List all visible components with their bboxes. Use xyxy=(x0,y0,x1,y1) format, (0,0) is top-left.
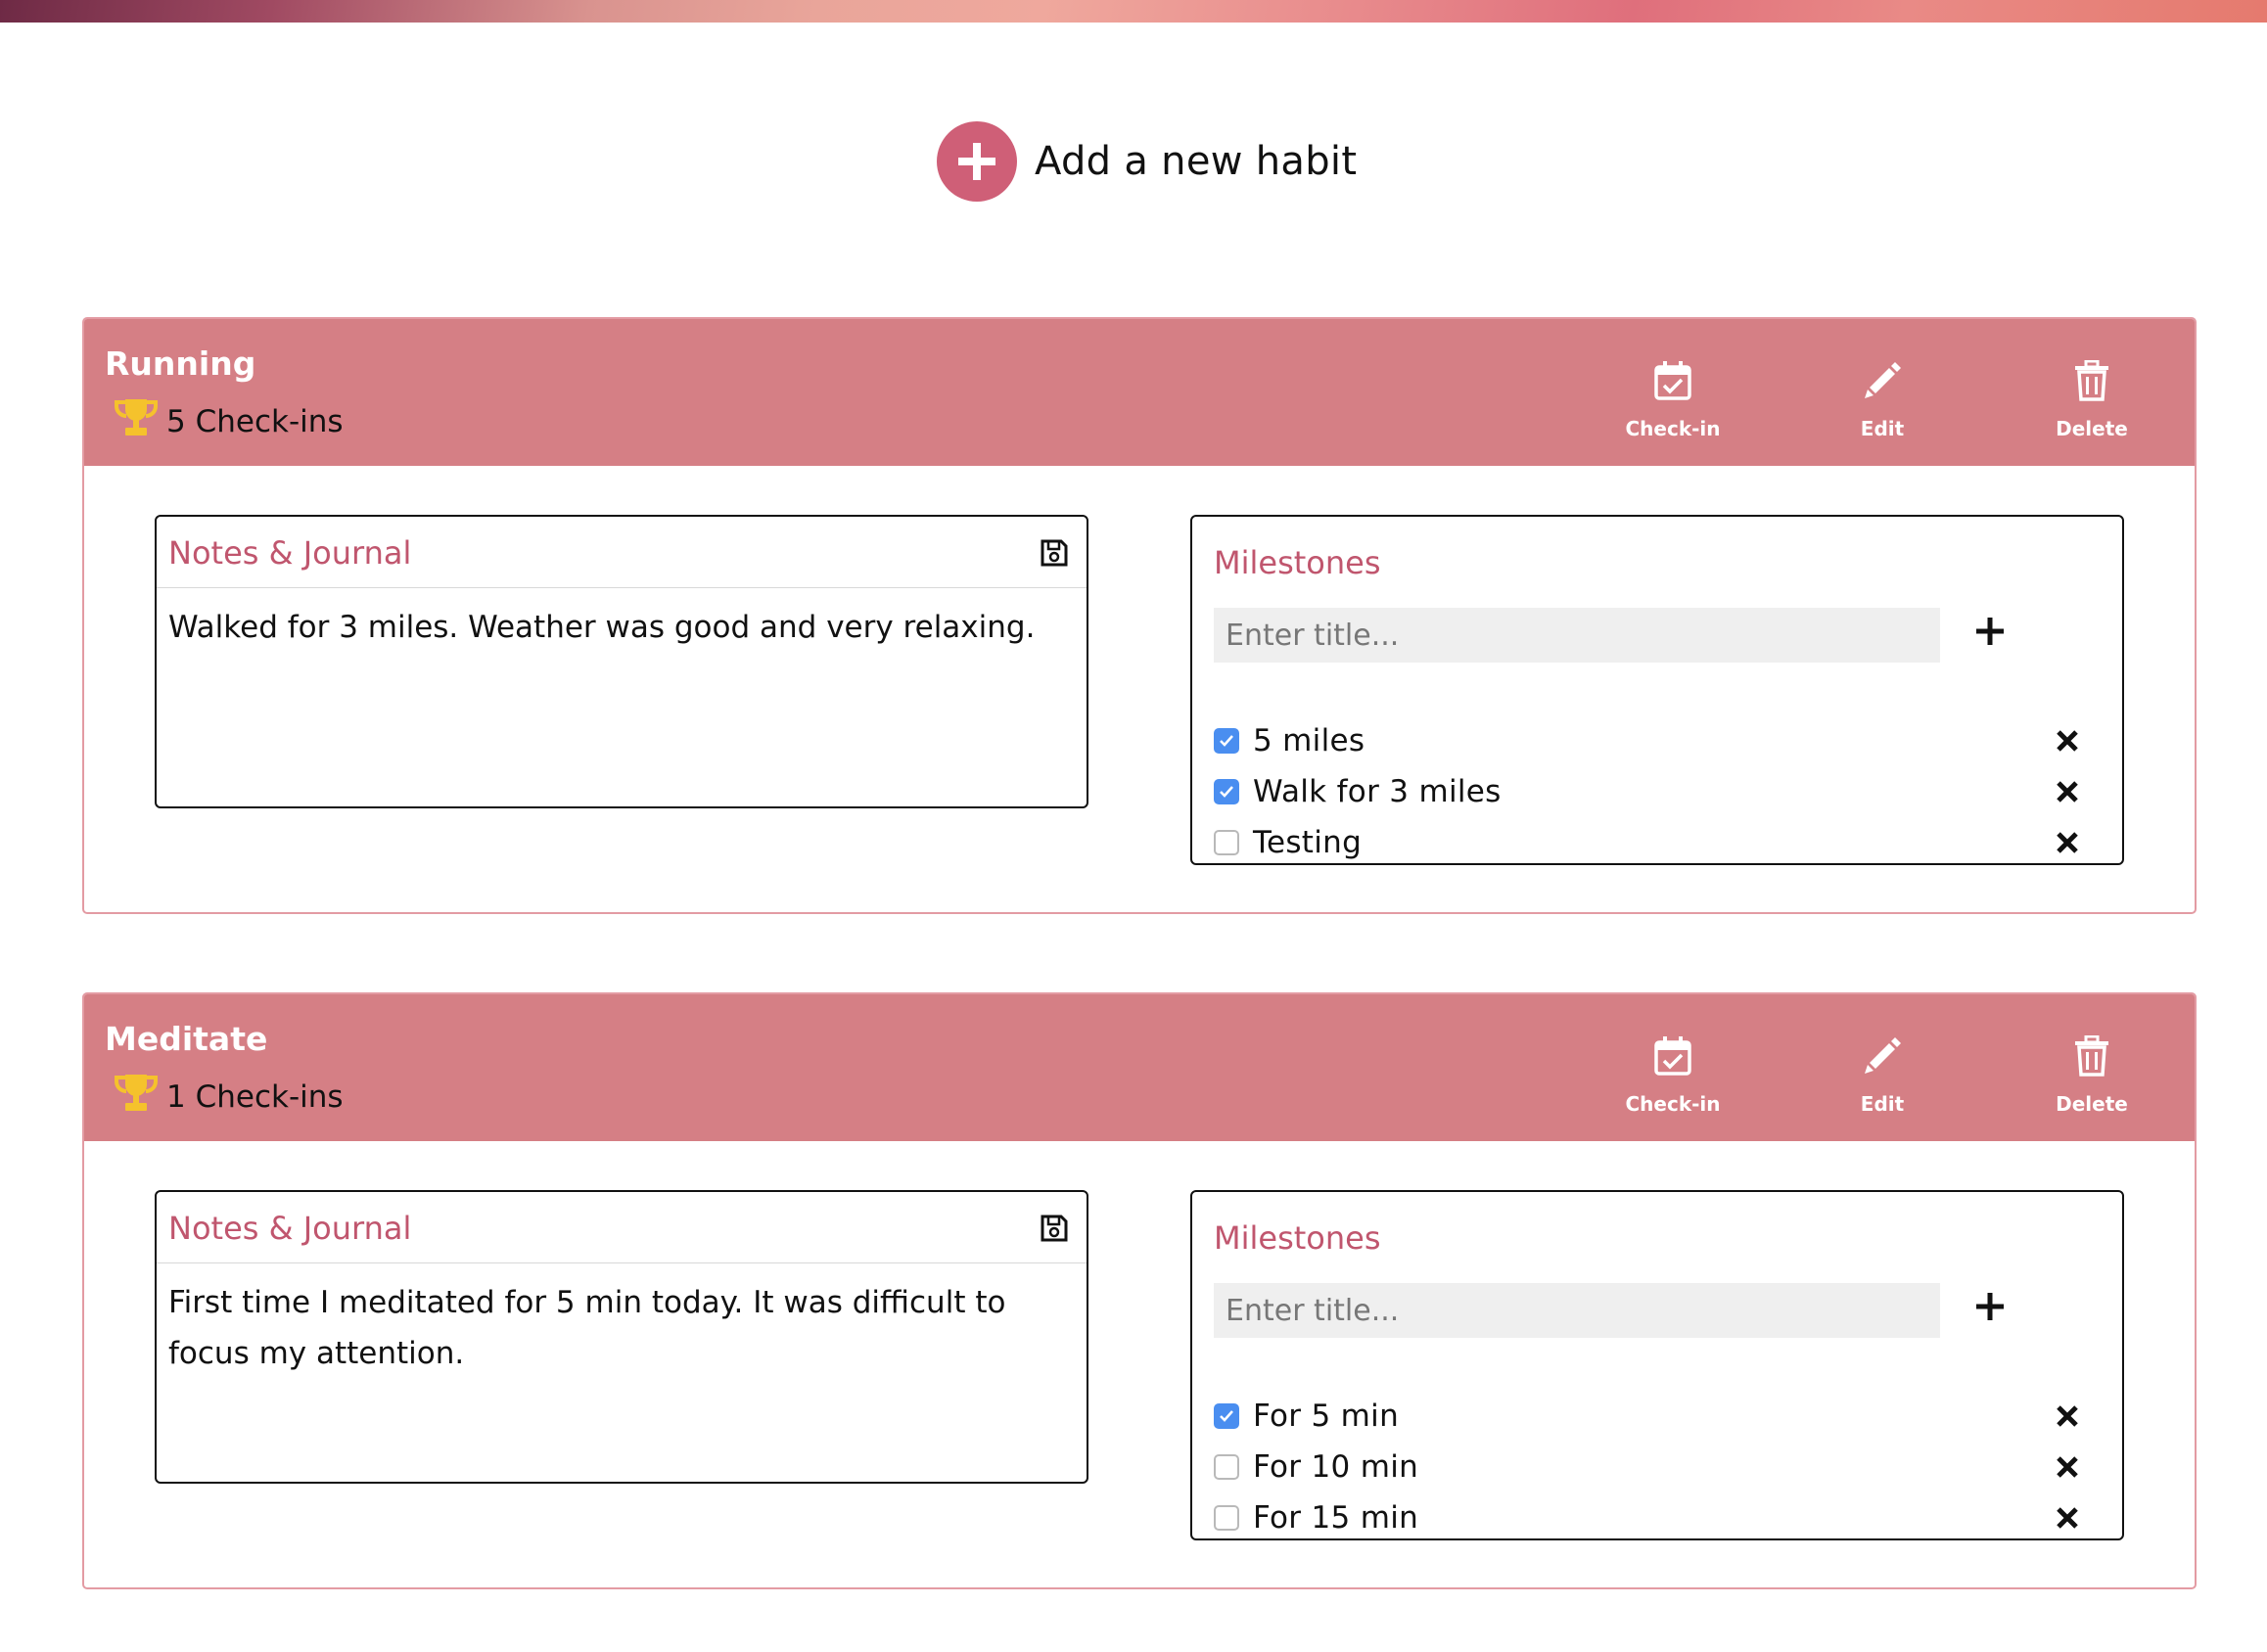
trash-icon xyxy=(2074,359,2109,405)
milestone-item: Testing xyxy=(1214,818,2105,867)
trash-icon xyxy=(2074,1034,2109,1080)
checkmark-icon xyxy=(1220,786,1233,798)
milestone-checkbox[interactable] xyxy=(1214,1454,1239,1480)
milestone-title-input[interactable] xyxy=(1214,1283,1940,1338)
edit-button[interactable]: Edit xyxy=(1814,1035,1951,1116)
delete-milestone-icon[interactable] xyxy=(2056,729,2079,757)
notes-textarea[interactable]: First time I meditated for 5 min today. … xyxy=(157,1263,1087,1393)
milestone-item: For 5 min xyxy=(1214,1392,2105,1441)
milestone-label: Walk for 3 miles xyxy=(1253,774,1502,809)
checkin-label: Check-in xyxy=(1625,1092,1721,1116)
milestone-label: For 10 min xyxy=(1253,1449,1419,1485)
add-milestone-icon[interactable] xyxy=(1975,1292,2005,1325)
checkmark-icon xyxy=(1220,735,1233,747)
habit-header: Running 5 Check-ins Check-in Edit Delete xyxy=(84,319,2195,466)
milestone-item: For 10 min xyxy=(1214,1443,2105,1491)
checkin-button[interactable]: Check-in xyxy=(1604,1035,1741,1116)
milestone-item: 5 miles xyxy=(1214,716,2105,765)
checkmark-icon xyxy=(1220,1410,1233,1422)
delete-milestone-icon[interactable] xyxy=(2056,1506,2079,1534)
milestone-label: For 15 min xyxy=(1253,1500,1419,1536)
habit-title: Running xyxy=(105,344,256,383)
checkin-count-label: 1 Check-ins xyxy=(166,1079,344,1115)
milestone-checkbox[interactable] xyxy=(1214,779,1239,804)
milestones-panel: Milestones 5 miles Walk for 3 miles Test… xyxy=(1190,515,2124,865)
delete-button[interactable]: Delete xyxy=(2023,359,2160,440)
milestone-item: Walk for 3 miles xyxy=(1214,767,2105,816)
edit-label: Edit xyxy=(1860,1092,1905,1116)
milestone-item: For 15 min xyxy=(1214,1493,2105,1542)
delete-milestone-icon[interactable] xyxy=(2056,780,2079,807)
checkin-count: 1 Check-ins xyxy=(114,1073,344,1122)
notes-panel: Notes & Journal First time I meditated f… xyxy=(155,1190,1088,1484)
milestone-label: For 5 min xyxy=(1253,1399,1400,1434)
notes-title: Notes & Journal xyxy=(168,1210,412,1247)
habit-header: Meditate 1 Check-ins Check-in Edit Delet… xyxy=(84,994,2195,1141)
delete-label: Delete xyxy=(2056,1092,2128,1116)
trophy-icon xyxy=(114,397,166,446)
milestone-label: Testing xyxy=(1253,825,1363,860)
notes-textarea[interactable]: Walked for 3 miles. Weather was good and… xyxy=(157,588,1087,666)
edit-label: Edit xyxy=(1860,417,1905,440)
milestone-checkbox[interactable] xyxy=(1214,1505,1239,1531)
checkin-label: Check-in xyxy=(1625,417,1721,440)
milestone-checkbox[interactable] xyxy=(1214,728,1239,754)
add-habit-label: Add a new habit xyxy=(1035,139,1358,184)
habit-title: Meditate xyxy=(105,1020,268,1058)
pencil-icon xyxy=(1862,360,1903,405)
save-icon[interactable] xyxy=(1040,538,1069,572)
milestones-title: Milestones xyxy=(1214,544,1381,581)
notes-title: Notes & Journal xyxy=(168,534,412,572)
milestones-title: Milestones xyxy=(1214,1219,1381,1257)
delete-button[interactable]: Delete xyxy=(2023,1034,2160,1116)
checkin-button[interactable]: Check-in xyxy=(1604,360,1741,440)
pencil-icon xyxy=(1862,1035,1903,1080)
delete-milestone-icon[interactable] xyxy=(2056,831,2079,858)
notes-header: Notes & Journal xyxy=(157,1192,1087,1263)
milestone-label: 5 miles xyxy=(1253,723,1365,758)
notes-panel: Notes & Journal Walked for 3 miles. Weat… xyxy=(155,515,1088,808)
delete-label: Delete xyxy=(2056,417,2128,440)
delete-milestone-icon[interactable] xyxy=(2056,1404,2079,1432)
delete-milestone-icon[interactable] xyxy=(2056,1455,2079,1483)
add-milestone-icon[interactable] xyxy=(1975,617,2005,650)
habit-card: Running 5 Check-ins Check-in Edit Delete xyxy=(82,317,2197,914)
notes-header: Notes & Journal xyxy=(157,517,1087,588)
save-icon[interactable] xyxy=(1040,1214,1069,1247)
add-habit-button[interactable]: Add a new habit xyxy=(937,121,1357,202)
edit-button[interactable]: Edit xyxy=(1814,360,1951,440)
milestones-panel: Milestones For 5 min For 10 min For 15 m… xyxy=(1190,1190,2124,1540)
checkin-count: 5 Check-ins xyxy=(114,397,344,446)
header-banner xyxy=(0,0,2267,23)
milestone-title-input[interactable] xyxy=(1214,608,1940,663)
habit-card: Meditate 1 Check-ins Check-in Edit Delet… xyxy=(82,992,2197,1589)
checkin-count-label: 5 Check-ins xyxy=(166,404,344,439)
milestone-checkbox[interactable] xyxy=(1214,1403,1239,1429)
plus-circle-icon xyxy=(937,121,1017,202)
calendar-check-icon xyxy=(1654,1035,1691,1080)
trophy-icon xyxy=(114,1073,166,1122)
milestone-checkbox[interactable] xyxy=(1214,830,1239,855)
calendar-check-icon xyxy=(1654,360,1691,405)
